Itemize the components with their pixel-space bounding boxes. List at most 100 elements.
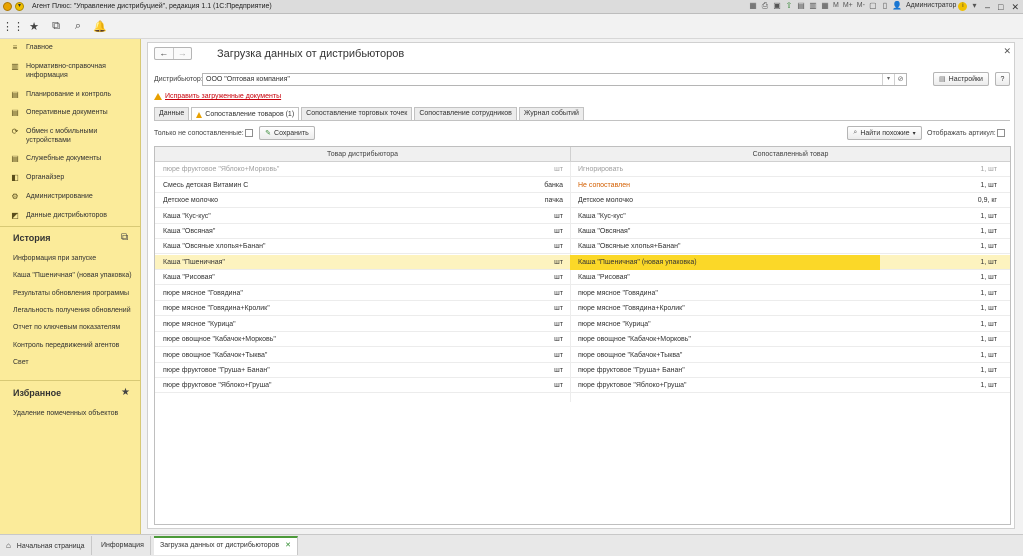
tab-product-matching[interactable]: Сопоставление товаров (1) <box>191 107 300 121</box>
sidebar-item-operational[interactable]: ▤ Оперативные документы <box>0 108 107 118</box>
table-row[interactable]: Каша "Овсяная" шт Каша "Овсяная" 1, шт <box>155 224 1010 239</box>
column-header-distributor-product[interactable]: Товар дистрибьютора <box>155 147 570 162</box>
help-button[interactable]: ? <box>995 72 1010 86</box>
user-name[interactable]: Администратор <box>906 1 957 11</box>
sidebar-item-planning[interactable]: ▤ Планирование и контроль <box>0 90 111 100</box>
distributor-product: Каша "Пшеничная" <box>163 259 225 266</box>
close-icon[interactable]: ✕ <box>1003 46 1011 57</box>
info-panel-icon[interactable]: ▯ <box>880 1 890 11</box>
history-item[interactable]: Результаты обновления программы <box>13 290 129 297</box>
history-icon[interactable]: ⧉ <box>46 20 66 33</box>
sidebar-item-organizer[interactable]: ◧ Органайзер <box>0 173 64 183</box>
table-row[interactable]: Каша "Рисовая" шт Каша "Рисовая" 1, шт <box>155 270 1010 285</box>
sidebar-item-label: Обмен с мобильными устройствами <box>26 128 98 144</box>
info-icon[interactable]: i <box>958 1 968 11</box>
distributor-product: Каша "Рисовая" <box>163 274 215 281</box>
history-list-icon[interactable]: ⧉ <box>121 232 128 243</box>
sidebar-item-mobile-exchange[interactable]: ⟳ Обмен с мобильными устройствами <box>0 127 126 145</box>
chevron-down-icon[interactable]: ▾ <box>969 1 979 11</box>
table-row[interactable]: пюре мясное "Курица" шт пюре мясное "Кур… <box>155 317 1010 332</box>
sidebar-item-label: Данные дистрибьюторов <box>26 212 108 219</box>
memory-minus-button[interactable]: M- <box>856 1 866 11</box>
table-row[interactable]: Смесь детская Витамин С банка Не сопоста… <box>155 178 1010 193</box>
history-item[interactable]: Свет <box>13 359 29 366</box>
print-icon[interactable]: ⎙ <box>760 1 770 11</box>
sidebar-item-main[interactable]: ≡ Главное <box>0 43 53 53</box>
table-row[interactable]: пюре фруктовое "Яблоко+Груша" шт пюре фр… <box>155 378 1010 393</box>
upload-icon[interactable]: ⇧ <box>784 1 794 11</box>
forward-icon[interactable]: → <box>172 48 192 59</box>
sidebar-item-distributor-data[interactable]: ◩ Данные дистрибьюторов <box>0 211 107 221</box>
tab-event-log[interactable]: Журнал событий <box>518 107 584 120</box>
calendar-icon[interactable]: ▥ <box>808 1 818 11</box>
back-icon[interactable]: ← <box>155 48 173 59</box>
document-icon[interactable]: ▤ <box>796 1 806 11</box>
table-row[interactable]: Каша "Овсяные хлопья+Банан" шт Каша "Овс… <box>155 239 1010 254</box>
show-article-checkbox[interactable] <box>997 129 1005 137</box>
close-icon[interactable]: ✕ <box>1011 0 1019 14</box>
distributor-product: пюре мясное "Говядина+Кролик" <box>163 305 270 312</box>
table-row[interactable]: пюре мясное "Говядина+Кролик" шт пюре мя… <box>155 301 1010 316</box>
table-row[interactable]: пюре овощное "Кабачок+Морковь" шт пюре о… <box>155 332 1010 347</box>
memory-m-button[interactable]: M <box>832 1 840 11</box>
sidebar-item-service-docs[interactable]: ▤ Служебные документы <box>0 154 101 164</box>
window-tab-home[interactable]: ⌂ Начальная страница <box>0 536 92 555</box>
history-item[interactable]: Информация при запуске <box>13 255 96 262</box>
table-row[interactable]: пюре овощное "Кабачок+Тыква" шт пюре ово… <box>155 348 1010 363</box>
star-icon[interactable]: ★ <box>121 387 130 398</box>
distributor-product: Каша "Овсяные хлопья+Банан" <box>163 243 266 250</box>
table-row[interactable]: пюре мясное "Говядина" шт пюре мясное "Г… <box>155 286 1010 301</box>
sidebar-item-label: Служебные документы <box>26 155 102 162</box>
memory-plus-button[interactable]: M+ <box>842 1 854 11</box>
star-icon[interactable]: ★ <box>24 20 44 33</box>
window-tab-info[interactable]: Информация <box>95 536 151 555</box>
favorites-title: Избранное <box>13 388 62 398</box>
history-item[interactable]: Каша "Пшеничная" (новая упаковка) <box>13 272 132 279</box>
minimize-icon[interactable]: – <box>985 0 990 14</box>
sidebar-item-admin[interactable]: ⚙ Администрирование <box>0 192 92 202</box>
history-item[interactable]: Контроль передвижений агентов <box>13 342 119 349</box>
table-row[interactable]: пюре фруктовое "Груша+ Банан" шт пюре фр… <box>155 363 1010 378</box>
tab-employee-matching[interactable]: Сопоставление сотрудников <box>414 107 517 120</box>
save-button[interactable]: ✎ Сохранить <box>259 126 315 140</box>
table-icon[interactable]: ▦ <box>820 1 830 11</box>
history-item[interactable]: Отчет по ключевым показателям <box>13 324 120 331</box>
only-unmatched-checkbox[interactable] <box>245 129 253 137</box>
column-header-matched-product[interactable]: Сопоставленный товар <box>571 147 1010 162</box>
tab-outlet-matching[interactable]: Сопоставление торговых точек <box>301 107 413 120</box>
window-icon[interactable]: ▢ <box>868 1 878 11</box>
find-similar-label: Найти похожие <box>860 129 910 137</box>
bell-icon[interactable]: 🔔 <box>90 20 110 33</box>
quantity: 1, шт <box>980 259 997 266</box>
matched-product[interactable]: Каша "Пшеничная" (новая упаковка) <box>578 255 878 270</box>
main-area: ← → Загрузка данных от дистрибьюторов ✕ … <box>141 39 1023 534</box>
quick-access-bar: ⋮⋮ ★ ⧉ ⌕ 🔔 <box>0 14 1023 39</box>
table-row-selected[interactable]: Каша "Пшеничная" шт Каша "Пшеничная" (но… <box>155 255 1010 270</box>
settings-button[interactable]: ▤ Настройки <box>933 72 989 86</box>
table-row[interactable]: пюре фруктовое "Яблоко+Морковь" шт Игнор… <box>155 162 1010 177</box>
history-item[interactable]: Легальность получения обновлений <box>13 307 131 314</box>
app-logo-icon[interactable] <box>3 2 12 11</box>
favorite-item[interactable]: Удаление помеченных объектов <box>13 410 118 417</box>
table-row[interactable]: Детское молочко пачка Детское молочко 0,… <box>155 193 1010 208</box>
save-icon[interactable]: ▣ <box>772 1 782 11</box>
window-tab-distributor-data[interactable]: Загрузка данных от дистрибьюторов ✕ <box>154 536 298 555</box>
table-row[interactable]: Каша "Кус-кус" шт Каша "Кус-кус" 1, шт <box>155 209 1010 224</box>
unit: шт <box>554 213 563 220</box>
maximize-icon[interactable]: □ <box>998 0 1003 14</box>
distributor-field[interactable]: ООО "Оптовая компания" ▾ ⊘ <box>202 73 907 86</box>
open-link-icon[interactable]: ⊘ <box>894 74 906 85</box>
close-tab-icon[interactable]: ✕ <box>285 542 291 549</box>
search-icon[interactable]: ⌕ <box>68 20 88 33</box>
main-menu-icon[interactable]: ▾ <box>15 2 24 11</box>
fix-documents-link[interactable]: Исправить загруженные документы <box>154 93 281 100</box>
sidebar-item-reference[interactable]: ▥ Нормативно-справочная информация <box>0 62 126 80</box>
tabs-divider <box>154 120 1010 121</box>
matched-product: Каша "Овсяные хлопья+Банан" <box>578 243 681 250</box>
grid-menu-icon[interactable]: ⋮⋮ <box>2 20 24 33</box>
calculator-icon[interactable]: ▦ <box>748 1 758 11</box>
dropdown-icon[interactable]: ▾ <box>882 74 894 85</box>
find-similar-button[interactable]: ⌕ Найти похожие ▾ <box>847 126 922 140</box>
tab-data[interactable]: Данные <box>154 107 190 120</box>
tabs: Данные Сопоставление товаров (1) Сопоста… <box>154 107 586 121</box>
